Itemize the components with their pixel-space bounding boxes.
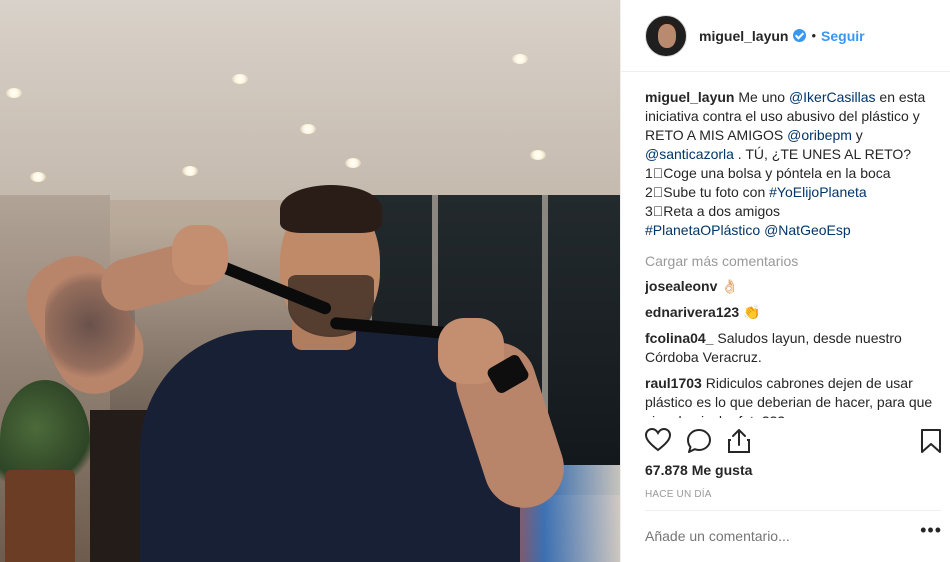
- verified-badge-icon: [793, 29, 807, 42]
- post-header: miguel_layun • Seguir: [621, 0, 950, 72]
- comment-item: raul1703 Ridiculos cabrones dejen de usa…: [645, 374, 937, 418]
- post-caption: miguel_layun Me uno @IkerCasillas en est…: [645, 88, 937, 240]
- post-sidebar: miguel_layun • Seguir miguel_layun Me un…: [620, 0, 950, 562]
- more-options-icon[interactable]: •••: [920, 520, 942, 541]
- comment-username[interactable]: ednarivera123: [645, 304, 739, 320]
- bookmark-icon[interactable]: [920, 428, 942, 459]
- hashtag-link[interactable]: #PlanetaOPlástico: [645, 222, 760, 238]
- separator-dot: •: [811, 28, 817, 43]
- divider: [645, 510, 941, 511]
- ceiling-light: [530, 150, 546, 160]
- mention-link[interactable]: @santicazorla: [645, 146, 734, 162]
- ceiling-light: [512, 54, 528, 64]
- comment-item: fcolina04_ Saludos layun, desde nuestro …: [645, 329, 937, 367]
- caption-step: 1⃣Coge una bolsa y póntela en la boca: [645, 165, 891, 181]
- heart-icon[interactable]: [644, 427, 672, 457]
- ceiling: [0, 0, 620, 200]
- mention-link[interactable]: @oribepm: [787, 127, 852, 143]
- avatar-face: [658, 23, 676, 48]
- mention-link[interactable]: @NatGeoEsp: [764, 222, 851, 238]
- post-timestamp[interactable]: HACE UN DÍA: [645, 489, 712, 500]
- post-actions: [644, 427, 941, 453]
- comment-emoji: 👏: [743, 304, 761, 320]
- caption-text: Me uno: [734, 89, 789, 105]
- ceiling-light: [30, 172, 46, 182]
- comment-username[interactable]: josealeonv: [645, 278, 717, 294]
- follow-button[interactable]: Seguir: [821, 28, 865, 44]
- caption-text: y: [851, 127, 863, 143]
- caption-step: 3⃣Reta a dos amigos: [645, 203, 781, 219]
- ceiling-light: [300, 124, 316, 134]
- ceiling-light: [182, 166, 198, 176]
- comment-username[interactable]: raul1703: [645, 375, 702, 391]
- header-username[interactable]: miguel_layun: [699, 28, 788, 44]
- ceiling-light: [345, 158, 361, 168]
- hair: [280, 185, 382, 233]
- comment-icon[interactable]: [686, 428, 712, 459]
- ceiling-light: [232, 74, 248, 84]
- plant-pot: [5, 470, 75, 562]
- comment-item: ednarivera123 👏: [645, 303, 937, 322]
- ceiling-light: [6, 88, 22, 98]
- load-more-comments-button[interactable]: Cargar más comentarios: [645, 252, 937, 271]
- comment-username[interactable]: fcolina04_: [645, 330, 713, 346]
- likes-count[interactable]: 67.878 Me gusta: [645, 462, 752, 478]
- mention-link[interactable]: @IkerCasillas: [789, 89, 876, 105]
- hashtag-link[interactable]: #YoElijoPlaneta: [769, 184, 867, 200]
- comment-emoji: 👌🏻: [721, 278, 739, 294]
- avatar[interactable]: [645, 14, 687, 57]
- left-fist: [172, 225, 228, 285]
- share-icon[interactable]: [727, 428, 751, 459]
- caption-username[interactable]: miguel_layun: [645, 89, 734, 105]
- caption-text: . TÚ, ¿TE UNES AL RETO?: [733, 146, 912, 162]
- comments-list[interactable]: miguel_layun Me uno @IkerCasillas en est…: [645, 88, 937, 418]
- comment-item: josealeonv 👌🏻: [645, 277, 937, 296]
- add-comment-input[interactable]: [645, 528, 915, 544]
- caption-step: 2⃣Sube tu foto con: [645, 184, 770, 200]
- post-photo[interactable]: [0, 0, 620, 562]
